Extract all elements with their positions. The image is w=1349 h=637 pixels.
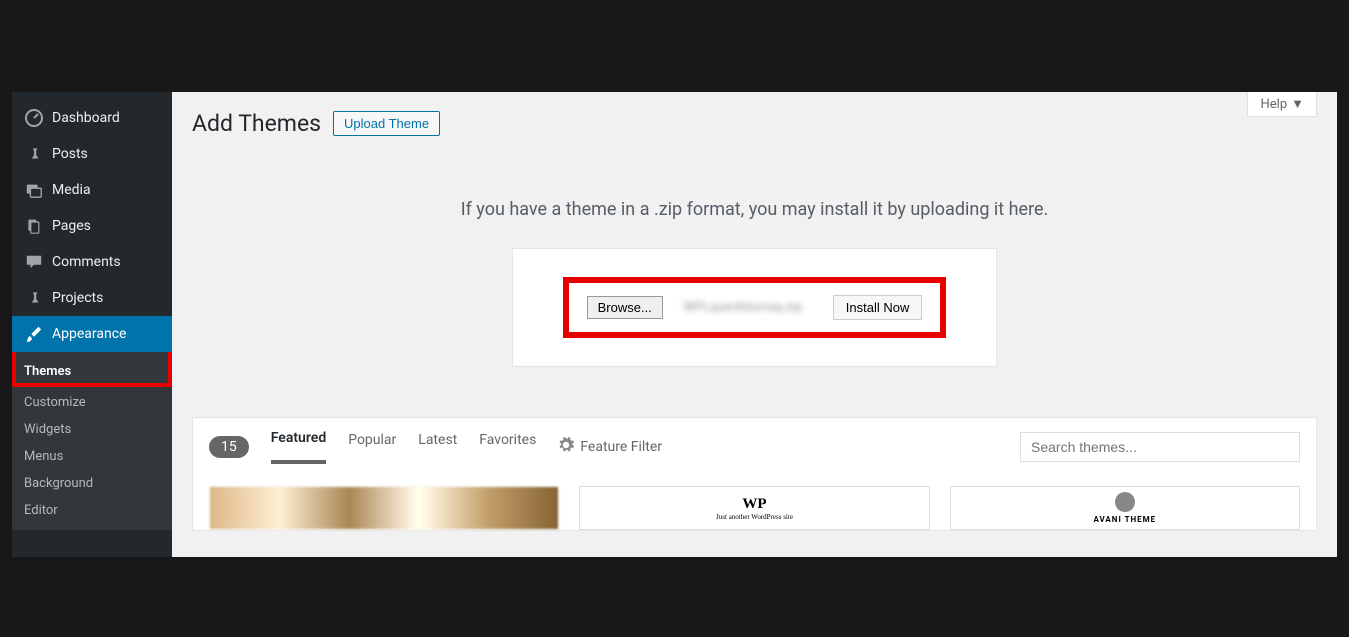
sidebar-item-label: Projects [52,290,103,306]
highlight-appearance-section: Appearance Themes [12,316,172,387]
page-title: Add Themes [192,110,321,137]
media-icon [24,180,44,200]
dashboard-icon [24,108,44,128]
submenu-item-background[interactable]: Background [12,470,172,497]
search-themes-input[interactable] [1020,432,1300,462]
theme-logo: WP [742,496,766,513]
appearance-submenu: Themes [12,352,172,387]
wp-admin-wrapper: Dashboard Posts Media Pages [12,92,1337,557]
upload-panel: If you have a theme in a .zip format, yo… [192,159,1317,417]
filter-tab-popular[interactable]: Popular [348,432,396,462]
theme-tagline: Just another WordPress site [716,513,793,521]
sidebar-item-label: Media [52,182,91,198]
sidebar-item-label: Comments [52,254,121,270]
appearance-submenu-rest: Customize Widgets Menus Background Edito… [12,387,172,530]
brush-icon [24,324,44,344]
filter-tab-latest[interactable]: Latest [418,432,457,462]
sidebar-item-dashboard[interactable]: Dashboard [12,100,172,136]
theme-grid: WP Just another WordPress site AVANI THE… [209,486,1300,530]
filter-tab-featured[interactable]: Featured [271,430,326,464]
sidebar-item-label: Posts [52,146,88,162]
gear-icon [558,437,574,457]
filter-bar: 15 Featured Popular Latest Favorites Fea… [209,430,1300,464]
chevron-down-icon: ▼ [1291,96,1304,112]
sidebar-item-label: Appearance [52,326,126,342]
pin-icon [24,288,44,308]
sidebar-item-comments[interactable]: Comments [12,244,172,280]
sidebar-item-label: Pages [52,218,91,234]
sidebar-item-appearance[interactable]: Appearance [12,316,172,352]
avatar-icon [1115,492,1135,512]
submenu-item-themes[interactable]: Themes [12,358,172,385]
sidebar-item-projects[interactable]: Projects [12,280,172,316]
help-tab[interactable]: Help ▼ [1247,92,1317,117]
theme-card[interactable] [209,486,559,530]
filter-tab-favorites[interactable]: Favorites [479,432,536,462]
submenu-item-menus[interactable]: Menus [12,443,172,470]
sidebar-item-posts[interactable]: Posts [12,136,172,172]
submenu-item-editor[interactable]: Editor [12,497,172,524]
help-label: Help [1260,97,1287,112]
sidebar-item-media[interactable]: Media [12,172,172,208]
theme-browser: 15 Featured Popular Latest Favorites Fea… [192,417,1317,531]
feature-filter-label: Feature Filter [580,439,662,455]
theme-name: AVANI THEME [1093,515,1156,524]
upload-highlight: Browse... WPLayerAttorney.zip Install No… [563,277,947,338]
upload-box: Browse... WPLayerAttorney.zip Install No… [512,248,998,367]
admin-sidebar: Dashboard Posts Media Pages [12,92,172,557]
sidebar-item-pages[interactable]: Pages [12,208,172,244]
theme-card[interactable]: WP Just another WordPress site [579,486,929,530]
upload-theme-button[interactable]: Upload Theme [333,111,440,136]
selected-filename: WPLayerAttorney.zip [673,300,813,315]
comments-icon [24,252,44,272]
upload-description: If you have a theme in a .zip format, yo… [192,199,1317,220]
pages-icon [24,216,44,236]
sidebar-item-label: Dashboard [52,110,120,126]
install-now-button[interactable]: Install Now [833,295,923,320]
submenu-item-widgets[interactable]: Widgets [12,416,172,443]
pin-icon [24,144,44,164]
main-content: Help ▼ Add Themes Upload Theme If you ha… [172,92,1337,557]
browse-button[interactable]: Browse... [587,296,663,319]
feature-filter-button[interactable]: Feature Filter [558,437,662,457]
submenu-item-customize[interactable]: Customize [12,389,172,416]
theme-card[interactable]: AVANI THEME [950,486,1300,530]
theme-count-badge: 15 [209,436,249,458]
page-header: Add Themes Upload Theme [192,92,1317,159]
